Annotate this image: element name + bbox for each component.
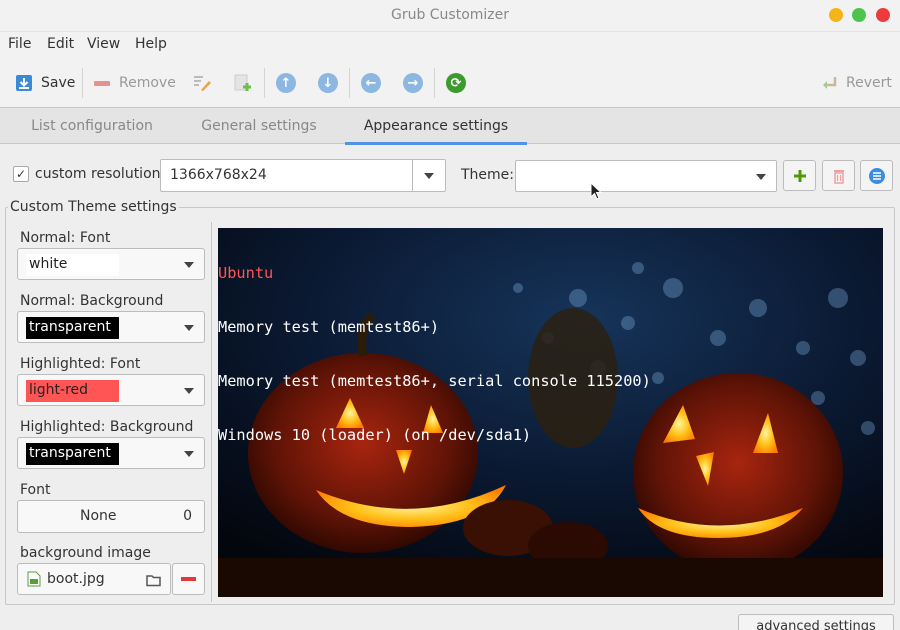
font-label: Font [20,482,51,498]
add-entry-button[interactable] [233,68,253,98]
close-button[interactable] [876,8,890,22]
background-image-chooser[interactable]: boot.jpg [17,563,171,595]
theme-combo[interactable] [515,160,777,192]
normal-font-label: Normal: Font [20,230,111,246]
highlighted-font-swatch: light-red [26,380,119,402]
edit-entry-button[interactable] [192,68,212,98]
move-down-button[interactable]: ↓ [318,68,338,98]
move-right-button[interactable]: → [403,68,423,98]
background-image-label: background image [20,545,151,561]
advanced-settings-button[interactable]: advanced settings [738,614,894,630]
resolution-dropdown-button[interactable] [412,160,445,191]
theme-label: Theme: [461,167,515,183]
toolbar-separator [349,68,350,98]
custom-resolution-label: custom resolution: [35,166,166,182]
delete-theme-button[interactable] [822,160,855,191]
custom-resolution-checkbox[interactable]: ✓ [13,166,29,182]
tab-general-settings[interactable]: General settings [181,108,337,144]
boot-menu-entries: Ubuntu Memory test (memtest86+) Memory t… [218,228,651,480]
boot-entry: Windows 10 (loader) (on /dev/sda1) [218,426,532,444]
revert-icon [823,77,837,89]
arrow-down-icon: ↓ [318,73,338,93]
tab-appearance-settings[interactable]: Appearance settings [345,108,527,145]
remove-background-button[interactable] [172,563,205,595]
normal-font-combo[interactable]: white [17,248,205,280]
save-button[interactable]: Save [15,68,75,98]
menu-icon [868,167,885,184]
custom-theme-title: Custom Theme settings [8,199,179,215]
toolbar-separator [82,68,83,98]
highlighted-background-label: Highlighted: Background [20,419,194,435]
theme-menu-button[interactable] [860,160,893,191]
menu-help[interactable]: Help [135,36,167,52]
boot-menu-preview: Ubuntu Memory test (memtest86+) Memory t… [218,228,883,597]
font-name: None [80,508,117,524]
highlighted-font-label: Highlighted: Font [20,356,141,372]
move-up-button[interactable]: ↑ [276,68,296,98]
boot-entry-selected: Ubuntu [218,264,274,282]
boot-entry: Memory test (memtest86+) [218,318,440,336]
revert-label: Revert [846,75,892,91]
highlighted-background-combo[interactable]: transparent [17,437,205,469]
remove-label: Remove [119,75,176,91]
menu-file[interactable]: File [8,36,31,52]
toolbar-separator [434,68,435,98]
image-file-icon [27,571,41,587]
chevron-down-icon [184,325,194,331]
remove-icon [94,81,110,86]
toolbar-separator [264,68,265,98]
menu-bar: File Edit View Help [0,32,900,58]
resolution-theme-row: ✓ custom resolution: 1366x768x24 Theme: [0,152,900,196]
title-bar: Grub Customizer [0,0,900,32]
resolution-value: 1366x768x24 [170,167,267,183]
normal-font-swatch: white [26,254,119,276]
normal-background-swatch: transparent [26,317,119,339]
chevron-down-icon [184,388,194,394]
normal-background-combo[interactable]: transparent [17,311,205,343]
save-icon [16,75,32,91]
folder-open-icon [146,575,161,587]
save-label: Save [41,75,76,91]
move-left-button[interactable]: ← [361,68,381,98]
chevron-down-icon [184,451,194,457]
font-size: 0 [183,508,192,524]
chevron-down-icon [424,173,434,179]
minus-icon [181,577,196,581]
maximize-button[interactable] [852,8,866,22]
add-page-icon [234,74,251,91]
highlighted-background-swatch: transparent [26,443,119,465]
boot-entry: Memory test (memtest86+, serial console … [218,372,651,390]
plus-icon [793,169,806,182]
highlighted-font-combo[interactable]: light-red [17,374,205,406]
window-title: Grub Customizer [390,7,510,23]
refresh-icon: ⟳ [446,73,466,93]
chevron-down-icon [184,262,194,268]
arrow-left-icon: ← [361,73,381,93]
menu-view[interactable]: View [87,36,120,52]
edit-icon [194,76,211,91]
revert-button[interactable]: Revert [820,68,892,98]
tab-list-configuration[interactable]: List configuration [14,108,170,144]
font-chooser-button[interactable]: None 0 [17,500,205,533]
minimize-button[interactable] [829,8,843,22]
background-image-filename: boot.jpg [47,571,105,587]
arrow-right-icon: → [403,73,423,93]
chevron-down-icon [756,174,766,180]
arrow-up-icon: ↑ [276,73,296,93]
menu-edit[interactable]: Edit [47,36,74,52]
reload-button[interactable]: ⟳ [446,68,466,98]
normal-background-label: Normal: Background [20,293,164,309]
tab-bar: List configuration General settings Appe… [0,108,900,145]
toolbar: Save Remove ↑ ↓ ← → ⟳ Revert [0,58,900,108]
mouse-cursor-icon [590,182,602,200]
resolution-combo[interactable]: 1366x768x24 [160,159,446,192]
remove-button[interactable]: Remove [93,68,176,98]
trash-icon [833,169,844,184]
add-theme-button[interactable] [783,160,816,191]
